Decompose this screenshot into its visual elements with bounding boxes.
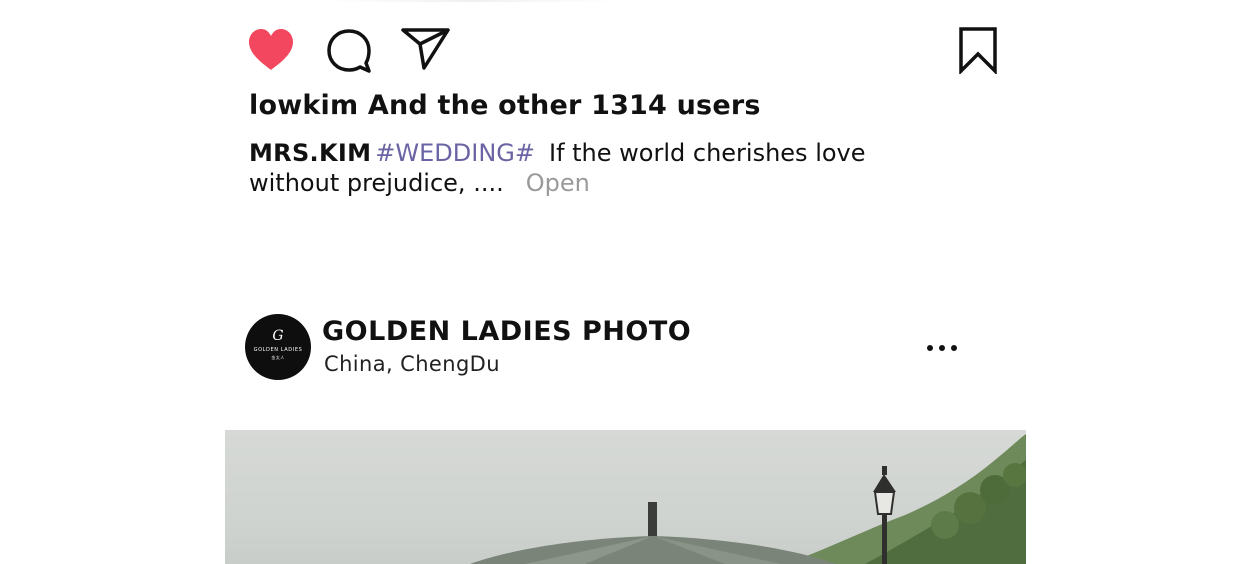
caption-hashtag[interactable]: #WEDDING# (375, 139, 535, 167)
caption-open-link[interactable]: Open (526, 169, 590, 197)
post-caption: MRS.KIM #WEDDING# If the world cherishes l… (249, 138, 949, 198)
post-photo[interactable] (225, 430, 1026, 564)
caption-author[interactable]: MRS.KIM (249, 139, 371, 167)
post-action-bar (246, 26, 998, 74)
avatar-monogram: G (272, 328, 284, 344)
avatar-brand-subtext: 金太人 (271, 355, 285, 360)
paper-plane-icon[interactable] (400, 26, 452, 72)
likes-summary[interactable]: lowkim And the other 1314 users (249, 90, 761, 121)
more-dots-icon[interactable] (927, 342, 957, 354)
post-location[interactable]: China, ChengDu (324, 352, 500, 376)
account-name[interactable]: GOLDEN LADIES PHOTO (322, 316, 691, 347)
bookmark-icon[interactable] (958, 26, 998, 74)
previous-post-edge (320, 0, 620, 2)
heart-icon[interactable] (246, 28, 296, 72)
comment-bubble-icon[interactable] (326, 28, 372, 74)
post-header: G GOLDEN LADIES 金太人 GOLDEN LADIES PHOTO … (245, 312, 965, 384)
avatar[interactable]: G GOLDEN LADIES 金太人 (245, 314, 311, 380)
avatar-brand-text: GOLDEN LADIES (253, 347, 303, 353)
